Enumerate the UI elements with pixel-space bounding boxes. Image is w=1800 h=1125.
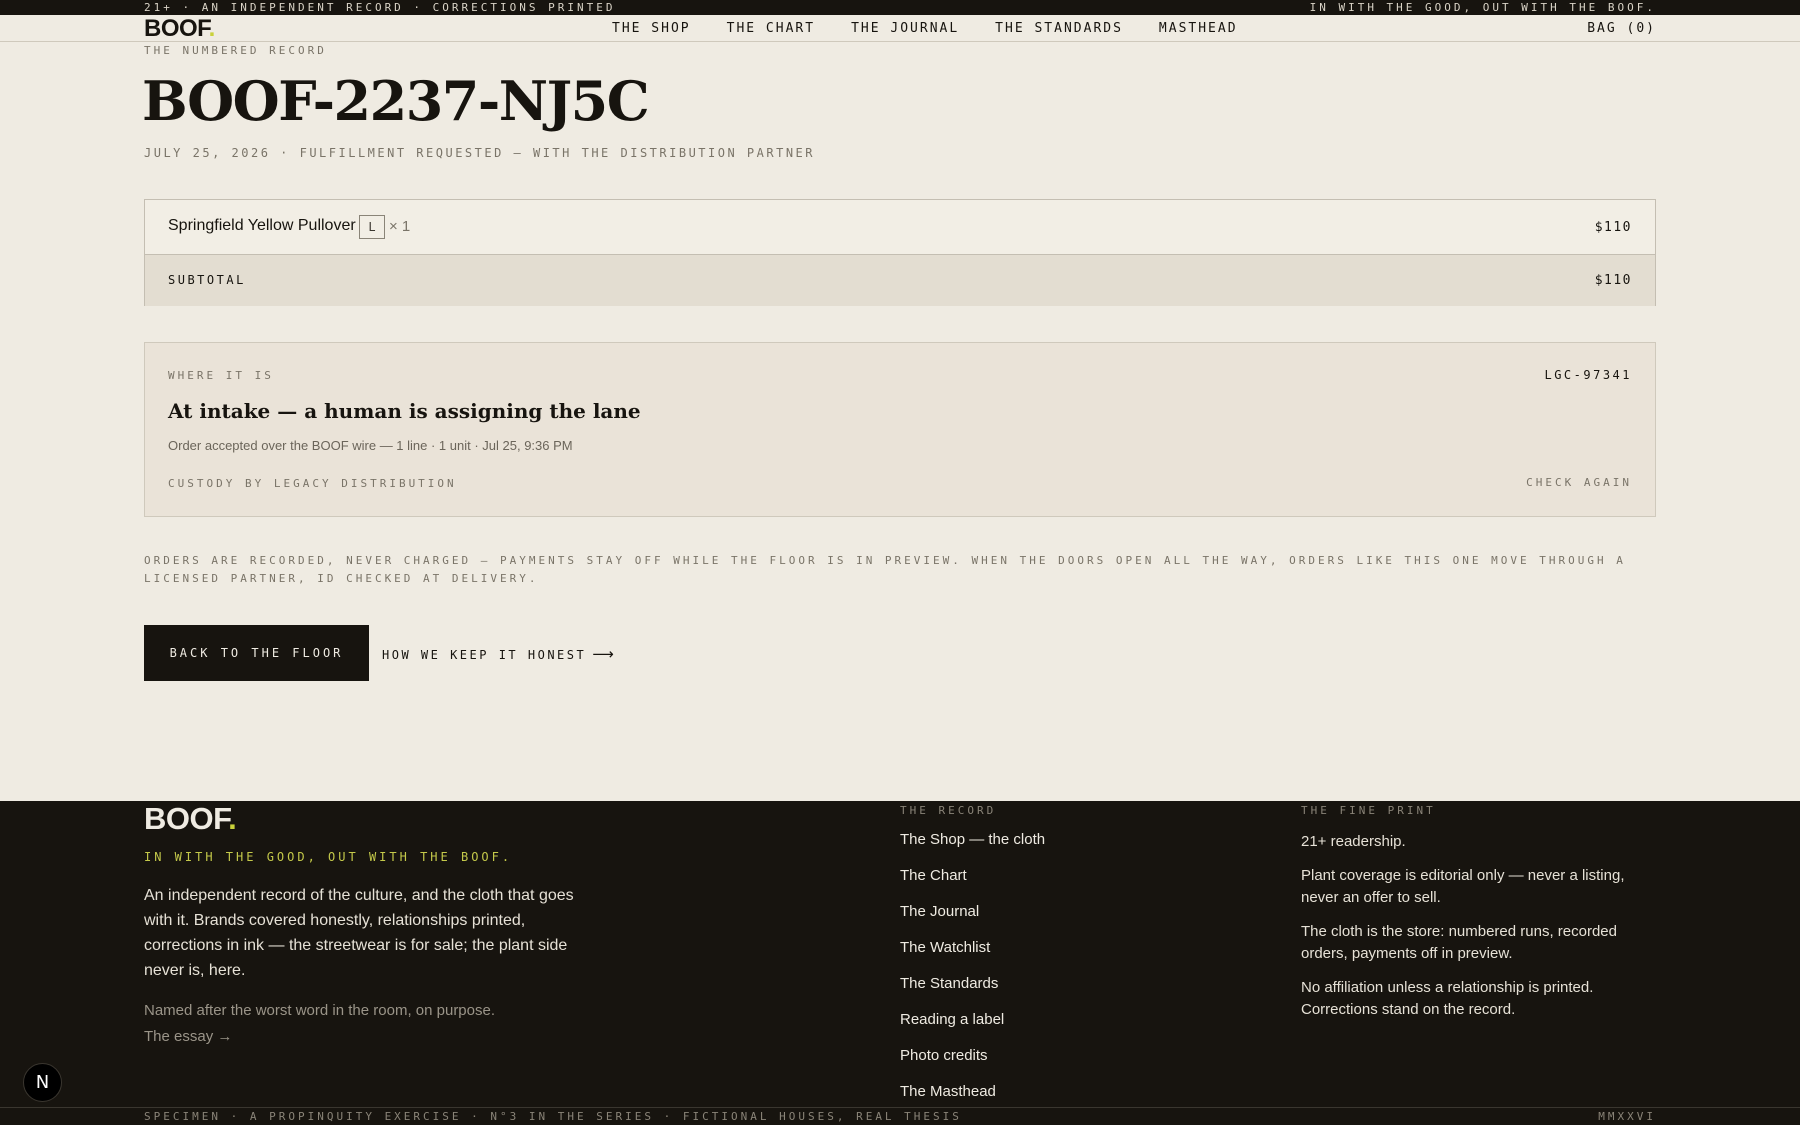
item-name: Springfield Yellow Pullover xyxy=(168,217,356,234)
footer-link-shop[interactable]: The Shop — the cloth xyxy=(900,831,1045,867)
subtotal-value: $110 xyxy=(1594,273,1632,288)
record-heading: THE RECORD xyxy=(900,804,997,817)
size-badge: L xyxy=(359,215,385,239)
nav-standards[interactable]: THE STANDARDS xyxy=(995,21,1123,36)
footer-tagline: IN WITH THE GOOD, OUT WITH THE BOOF. xyxy=(144,850,513,864)
item-price: $110 xyxy=(1594,220,1632,235)
footer-logo-dot: . xyxy=(228,801,237,836)
honest-link-label: HOW WE KEEP IT HONEST xyxy=(382,648,587,662)
tracking-custody: CUSTODY BY LEGACY DISTRIBUTION xyxy=(168,477,457,490)
tracking-detail: Order accepted over the BOOF wire — 1 li… xyxy=(168,438,573,453)
back-to-floor-button[interactable]: BACK TO THE FLOOR xyxy=(144,625,369,681)
utility-left-text: 21+ · AN INDEPENDENT RECORD · CORRECTION… xyxy=(144,1,616,14)
tracking-panel: WHERE IT IS LGC-97341 At intake — a huma… xyxy=(144,342,1656,517)
site-footer: BOOF. IN WITH THE GOOD, OUT WITH THE BOO… xyxy=(0,801,1800,1125)
record-links: The Shop — the cloth The Chart The Journ… xyxy=(900,831,1045,1119)
utility-right-text: IN WITH THE GOOD, OUT WITH THE BOOF. xyxy=(1309,1,1656,14)
fine-print-item: No affiliation unless a relationship is … xyxy=(1301,978,1594,1019)
nav-chart[interactable]: THE CHART xyxy=(727,21,815,36)
order-number: BOOF-2237-NJ5C xyxy=(142,69,650,133)
dev-tools-badge-icon[interactable]: N xyxy=(23,1063,62,1102)
main-nav: THE SHOP THE CHART THE JOURNAL THE STAND… xyxy=(612,21,1274,36)
order-items-table: Springfield Yellow Pullover L × 1 $110 S… xyxy=(144,199,1656,306)
nav-shop[interactable]: THE SHOP xyxy=(612,21,691,36)
footer-link-photo-credits[interactable]: Photo credits xyxy=(900,1047,1045,1083)
footer-record-column: THE RECORD The Shop — the cloth The Char… xyxy=(900,804,1045,1119)
tracking-id: LGC-97341 xyxy=(1544,368,1632,382)
site-header: BOOF. THE SHOP THE CHART THE JOURNAL THE… xyxy=(0,15,1800,42)
footer-link-standards[interactable]: The Standards xyxy=(900,975,1045,1011)
fine-print-heading: THE FINE PRINT xyxy=(1301,804,1436,817)
footer-fine-print-column: THE FINE PRINT 21+ readership. Plant cov… xyxy=(1301,804,1661,1022)
logo-text: BOOF xyxy=(144,15,209,42)
bottom-left-text: SPECIMEN · A PROPINQUITY EXERCISE · N°3 … xyxy=(144,1110,962,1123)
fine-print-item: 21+ readership. xyxy=(1301,833,1406,850)
nav-journal[interactable]: THE JOURNAL xyxy=(851,21,959,36)
item-quantity: × 1 xyxy=(389,218,411,235)
utility-bar: 21+ · AN INDEPENDENT RECORD · CORRECTION… xyxy=(0,0,1800,15)
essay-link[interactable]: The essay → xyxy=(144,1028,232,1045)
footer-about: An independent record of the culture, an… xyxy=(144,887,574,979)
footer-link-journal[interactable]: The Journal xyxy=(900,903,1045,939)
footer-link-reading-label[interactable]: Reading a label xyxy=(900,1011,1045,1047)
footer-logo[interactable]: BOOF. xyxy=(144,801,237,836)
nav-masthead[interactable]: MASTHEAD xyxy=(1159,21,1238,36)
footer-logo-text: BOOF xyxy=(144,801,229,836)
subtotal-row: SUBTOTAL $110 xyxy=(145,255,1655,306)
logo-dot: . xyxy=(208,15,216,42)
footer-named-note: Named after the worst word in the room, … xyxy=(144,1002,496,1019)
order-meta: JULY 25, 2026 · FULFILLMENT REQUESTED — … xyxy=(144,146,815,160)
fine-print-item: The cloth is the store: numbered runs, r… xyxy=(1301,922,1617,963)
bottom-bar: SPECIMEN · A PROPINQUITY EXERCISE · N°3 … xyxy=(0,1107,1800,1125)
how-we-keep-it-honest-link[interactable]: HOW WE KEEP IT HONEST ⟶ xyxy=(382,645,614,663)
fine-print-item: Plant coverage is editorial only — never… xyxy=(1301,866,1625,907)
logo[interactable]: BOOF. xyxy=(144,16,215,42)
payment-notice: ORDERS ARE RECORDED, NEVER CHARGED — PAY… xyxy=(144,554,1626,585)
tracking-status: At intake — a human is assigning the lan… xyxy=(168,399,641,423)
tracking-eyebrow: WHERE IT IS xyxy=(168,369,274,382)
subtotal-label: SUBTOTAL xyxy=(168,273,246,287)
order-eyebrow: THE NUMBERED RECORD xyxy=(144,44,327,57)
footer-link-chart[interactable]: The Chart xyxy=(900,867,1045,903)
bottom-right-text: MMXXVI xyxy=(1598,1110,1656,1123)
footer-link-watchlist[interactable]: The Watchlist xyxy=(900,939,1045,975)
bag-link[interactable]: BAG (0) xyxy=(1587,21,1656,36)
check-again-button[interactable]: CHECK AGAIN xyxy=(1526,476,1632,489)
arrow-right-icon: ⟶ xyxy=(592,645,614,663)
line-item: Springfield Yellow Pullover L × 1 $110 xyxy=(145,200,1655,255)
